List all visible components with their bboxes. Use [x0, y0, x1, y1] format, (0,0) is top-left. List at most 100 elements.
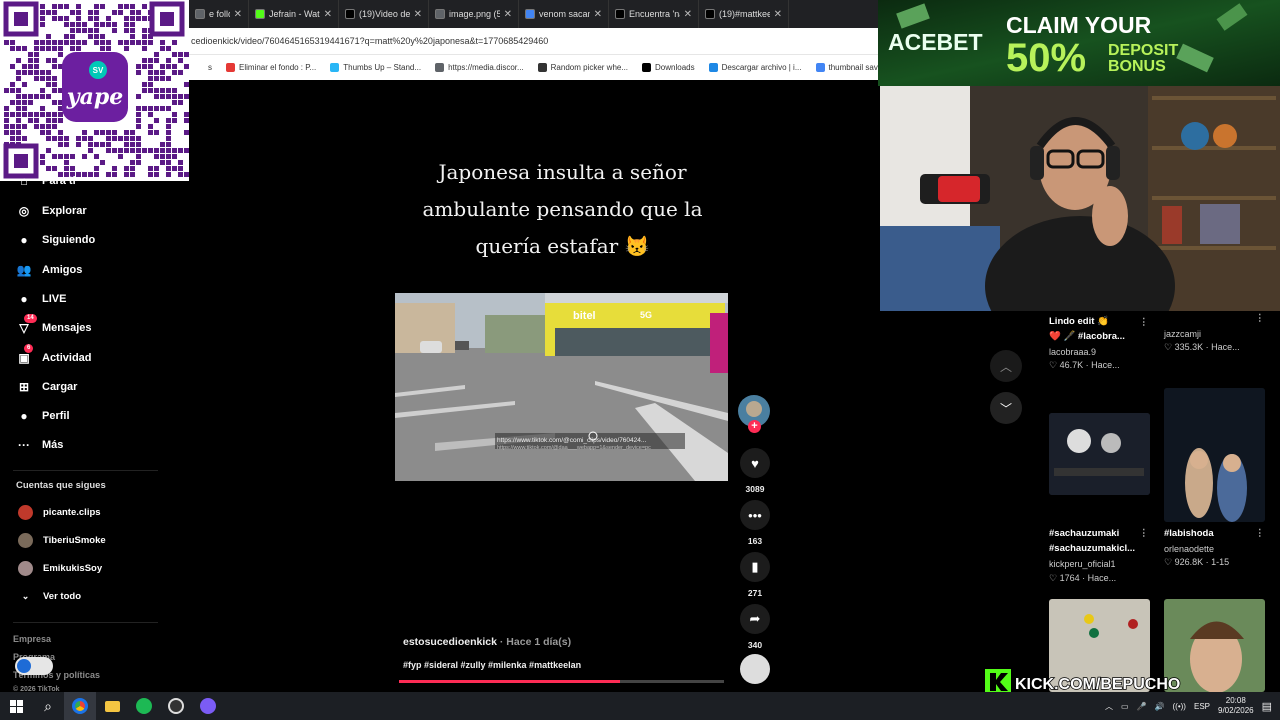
qr-module [154, 88, 159, 93]
followed-account[interactable]: EmikukisSoy [18, 561, 102, 576]
save-count: 271 [747, 588, 763, 598]
music-disc-icon[interactable] [740, 654, 770, 684]
language-indicator[interactable]: ESP [1194, 702, 1210, 711]
clock[interactable]: 20:08 9/02/2026 [1218, 696, 1254, 716]
share-button[interactable]: ➦ 340 [740, 604, 770, 650]
qr-module [52, 118, 57, 123]
related-3-title[interactable]: #sachauzumaki [1049, 528, 1119, 539]
divider [13, 470, 158, 471]
browser-tab[interactable]: image.png (508× ✕ [429, 0, 519, 28]
browser-tab[interactable]: (19)#mattkeela ✕ [699, 0, 789, 28]
spotify-taskbar-button[interactable] [128, 692, 160, 720]
video-hashtags[interactable]: #fyp #sideral #zully #milenka #mattkeela… [403, 660, 581, 670]
bookmark-item[interactable]: Eliminar el fondo : P... [220, 63, 324, 72]
related-4-thumbnail[interactable] [1164, 388, 1265, 522]
related-1-title-2[interactable]: ❤️ 🖋️ #lacobra... [1049, 331, 1125, 342]
author-name[interactable]: estosucedioenkick [403, 636, 497, 648]
qr-module [154, 130, 159, 135]
close-tab-icon[interactable]: ✕ [774, 9, 782, 20]
related-4-more-icon[interactable]: ⋮ [1255, 528, 1265, 539]
related-1-user[interactable]: lacobraaa.9 [1049, 347, 1096, 357]
comment-button[interactable]: ••• 163 [740, 500, 770, 546]
close-tab-icon[interactable]: ✕ [684, 9, 692, 20]
nav-item[interactable]: 👥 Amigos [16, 262, 83, 278]
related-4-title[interactable]: #labishoda [1164, 528, 1214, 539]
qr-module [22, 82, 27, 87]
bookmark-item[interactable]: Thumbs Up – Stand... [324, 63, 429, 72]
save-button[interactable]: ▮ 271 [740, 552, 770, 598]
wifi-icon[interactable]: ((•)) [1173, 702, 1186, 711]
nav-item[interactable]: ● LIVE [16, 291, 66, 307]
related-2-more-icon[interactable]: ⋮ [1255, 313, 1265, 324]
follow-plus-icon[interactable]: + [748, 420, 761, 433]
nav-item[interactable]: ▣ 6 Actividad [16, 343, 92, 366]
related-3-more-icon[interactable]: ⋮ [1139, 528, 1149, 539]
network-icon[interactable]: ▭ [1121, 702, 1129, 711]
chrome-taskbar-button[interactable] [64, 692, 96, 720]
nav-item[interactable]: ⊞ Cargar [16, 379, 78, 395]
nav-item[interactable]: ⌂ Para ti [16, 173, 75, 189]
discord-taskbar-button[interactable] [192, 692, 224, 720]
qr-module [52, 112, 57, 117]
browser-tab[interactable]: venom sacando lo ✕ [519, 0, 609, 28]
mic-icon[interactable]: 🎤 [1137, 702, 1147, 711]
followed-account[interactable]: picante.clips [18, 505, 101, 520]
qr-module [106, 136, 111, 141]
close-tab-icon[interactable]: ✕ [594, 9, 602, 20]
close-tab-icon[interactable]: ✕ [324, 9, 332, 20]
related-1-more-icon[interactable]: ⋮ [1139, 317, 1149, 328]
bookmark-item[interactable]: https://media.discor... [429, 63, 532, 72]
start-button[interactable] [0, 692, 32, 720]
obs-taskbar-button[interactable] [160, 692, 192, 720]
followed-account[interactable]: TiberiuSmoke [18, 533, 106, 548]
store-5g-text: 5G [640, 310, 652, 320]
tray-chevron-icon[interactable]: ︿ [1105, 701, 1113, 712]
related-4-user[interactable]: orlenaodette [1164, 544, 1214, 554]
like-button[interactable]: ♥ 3089 [740, 448, 770, 494]
related-2-user[interactable]: jazzcamji [1164, 329, 1201, 339]
related-1-title[interactable]: Lindo edit 👏 [1049, 316, 1109, 327]
qr-module [172, 64, 177, 69]
bookmark-item[interactable]: Downloads [636, 63, 703, 72]
address-bar-url[interactable]: cedioenkick/video/7604645165319441671?q=… [191, 36, 548, 46]
bookmark-item[interactable]: Random picker whe... [532, 63, 636, 72]
chevron-up-icon: ︿ [999, 359, 1012, 374]
nav-item[interactable]: ● Siguiendo [16, 232, 95, 248]
volume-icon[interactable]: 🔊 [1155, 702, 1165, 711]
bookmark-item[interactable]: s [189, 63, 220, 72]
see-all-link[interactable]: ⌄ Ver todo [18, 591, 81, 602]
nav-item[interactable]: ▽ 14 Mensajes [16, 314, 92, 336]
browser-tab[interactable]: e follow ✕ [189, 0, 249, 28]
video-author-line[interactable]: estosucedioenkick · Hace 1 día(s) [403, 636, 571, 648]
related-3-thumbnail[interactable] [1049, 413, 1150, 495]
qr-module [34, 52, 39, 57]
nav-item[interactable]: ··· Más [16, 437, 63, 453]
close-tab-icon[interactable]: ✕ [234, 9, 242, 20]
qr-module [178, 70, 183, 75]
explorer-taskbar-button[interactable] [96, 692, 128, 720]
bookmark-item[interactable]: Descargar archivo | i... [703, 63, 810, 72]
video-progress-bar[interactable] [399, 680, 724, 683]
related-3-user[interactable]: kickperu_oficial1 [1049, 559, 1116, 569]
video-frame[interactable]: bitel 5G https://www.tiktok.com/@comi_cl… [395, 293, 728, 481]
browser-tab[interactable]: Jefrain - Watch cli ✕ [249, 0, 339, 28]
previous-video-button[interactable]: ︿ [990, 350, 1022, 382]
qr-module [136, 10, 141, 15]
notifications-icon[interactable]: ▤ [1262, 700, 1272, 713]
close-tab-icon[interactable]: ✕ [414, 9, 422, 20]
notification-badge: 6 [24, 343, 34, 353]
browser-tab[interactable]: (19)Video de ☆ (6 ✕ [339, 0, 429, 28]
related-3-title-2[interactable]: #sachauzumakicl... [1049, 543, 1135, 554]
nav-item[interactable]: ● Perfil [16, 408, 69, 424]
address-bar[interactable]: cedioenkick/video/7604645165319441671?q=… [189, 28, 878, 54]
toggle-switch[interactable] [15, 657, 53, 675]
nav-item[interactable]: ◎ Explorar [16, 203, 87, 219]
qr-module [70, 154, 75, 159]
next-video-button[interactable]: ﹀ [990, 392, 1022, 424]
close-tab-icon[interactable]: ✕ [504, 9, 512, 20]
browser-tab[interactable]: Encuentra 'nanat ✕ [609, 0, 699, 28]
search-button[interactable]: ⌕ [32, 692, 64, 720]
qr-module [148, 58, 153, 63]
footer-link[interactable]: Empresa [13, 634, 51, 644]
friends-icon: 👥 [16, 262, 32, 277]
